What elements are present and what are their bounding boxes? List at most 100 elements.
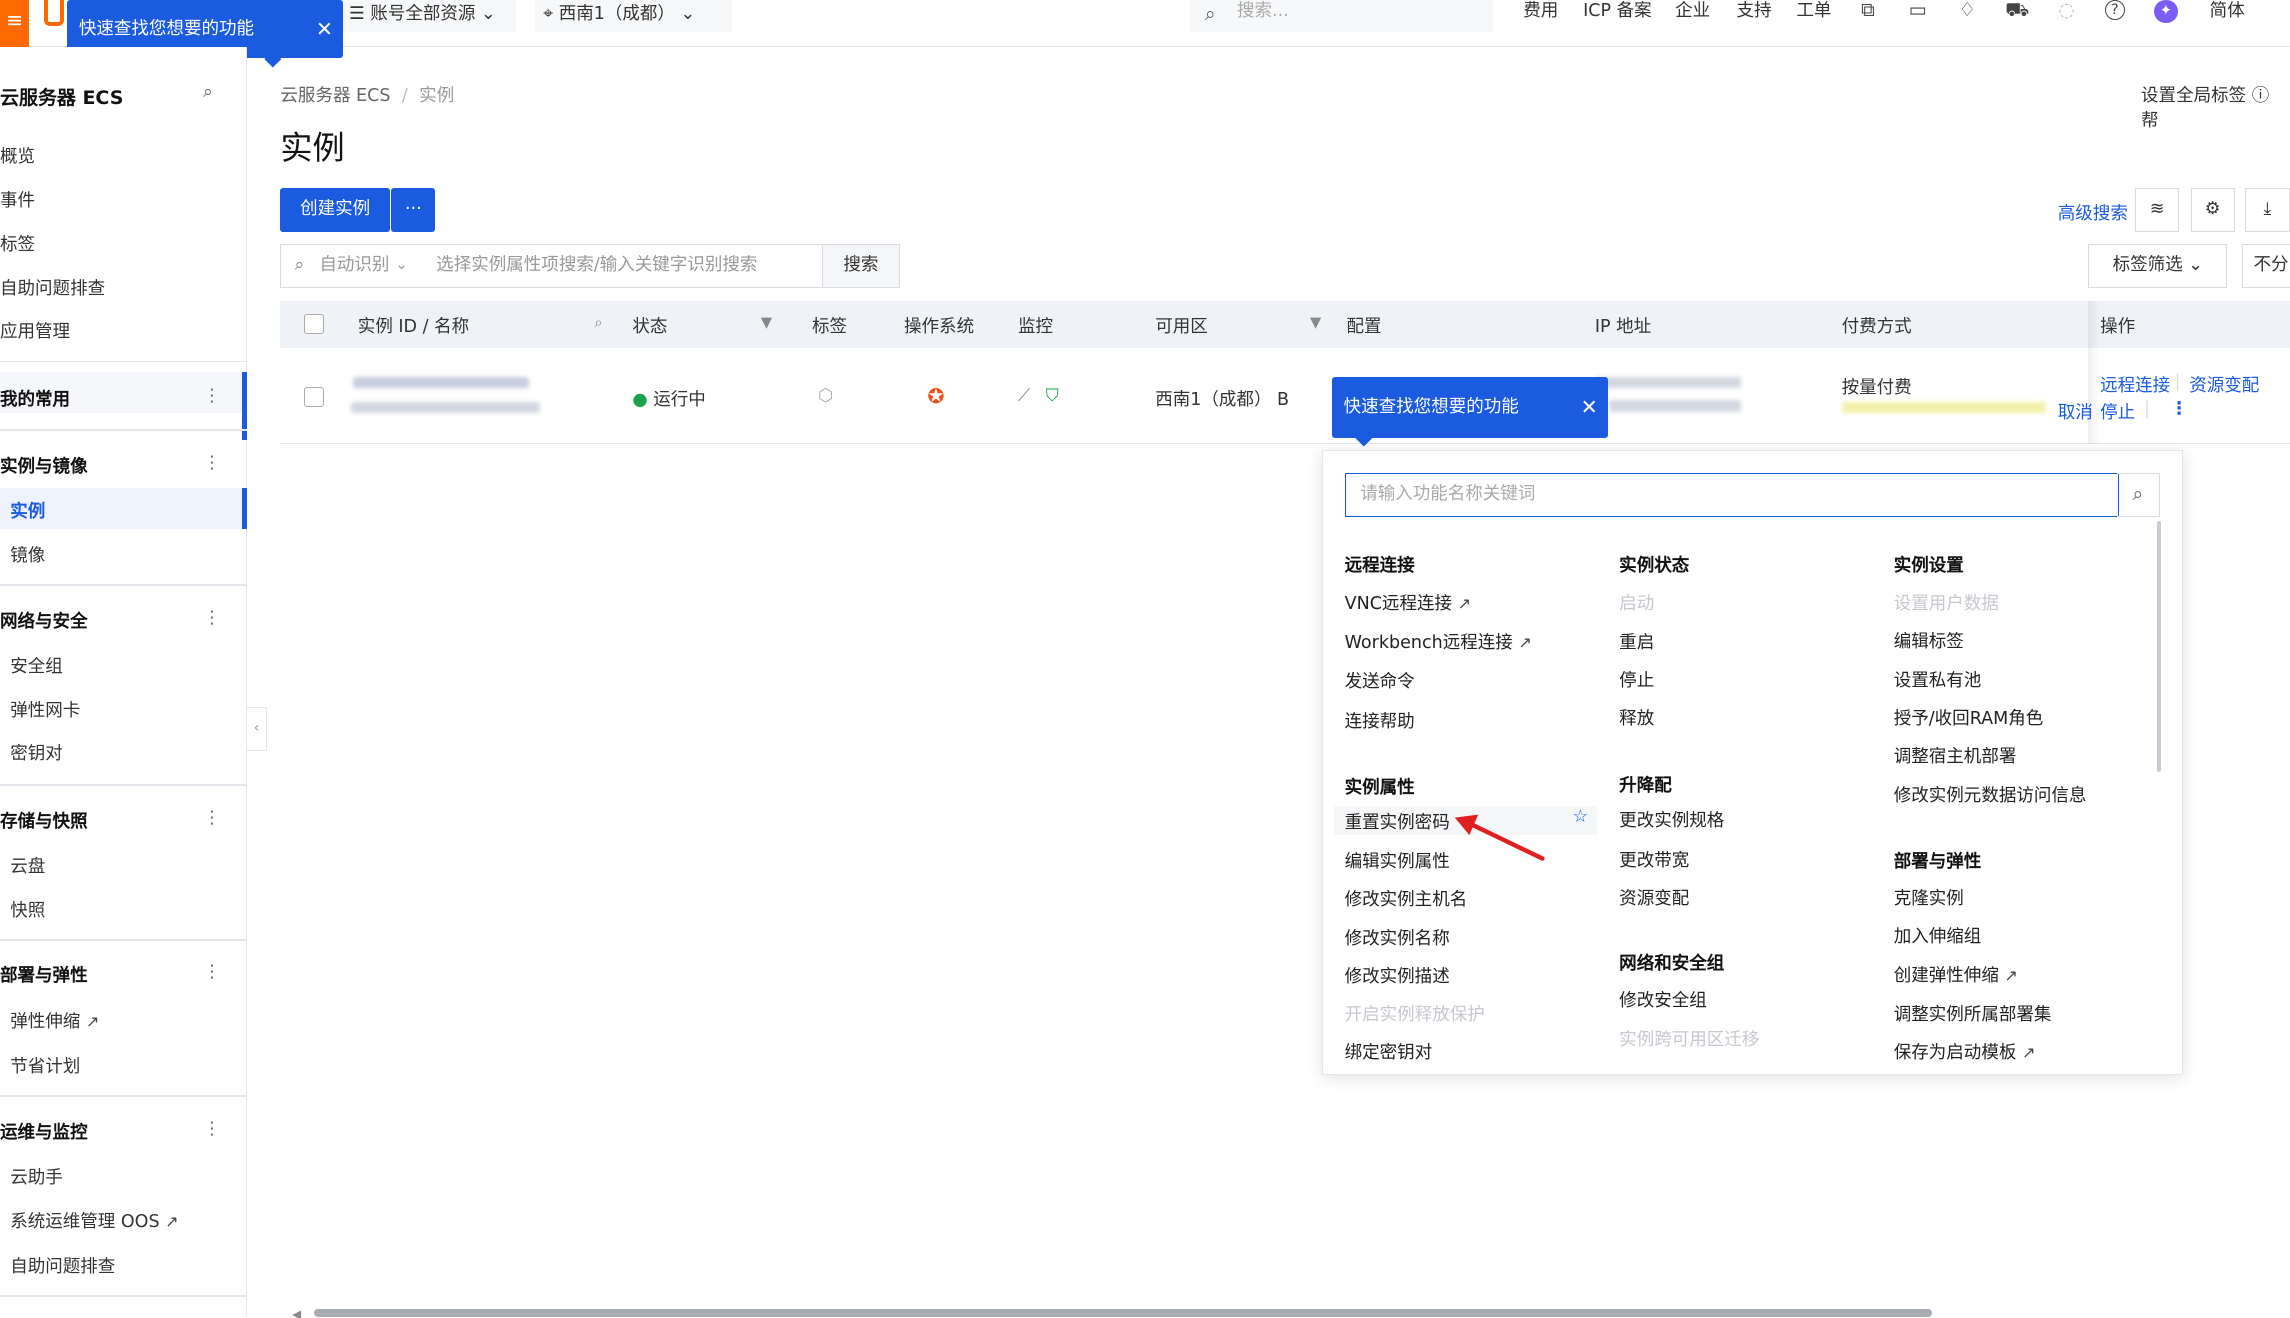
- sidebar-item-oos[interactable]: 系统运维管理 OOS ↗: [10, 1208, 178, 1233]
- region-selector[interactable]: ⌖ 西南1（成都） ⌄: [534, 0, 732, 33]
- more-icon[interactable]: ⋮: [203, 608, 221, 628]
- menu-item-change-bandwidth[interactable]: 更改带宽: [1619, 847, 1689, 872]
- remote-connect-link[interactable]: 远程连接: [2100, 372, 2170, 397]
- bell-icon[interactable]: ♢: [1956, 0, 1979, 23]
- menu-item-modify-security-group[interactable]: 修改安全组: [1619, 987, 1707, 1012]
- popup-scrollbar[interactable]: [2156, 520, 2161, 773]
- filter-icon[interactable]: ▼: [1310, 314, 1321, 331]
- menu-item-ram-role[interactable]: 授予/收回RAM角色: [1894, 705, 2044, 730]
- nav-support[interactable]: 支持: [1736, 0, 1771, 23]
- cart-icon[interactable]: ⛟: [2005, 0, 2029, 23]
- close-icon[interactable]: ✕: [316, 0, 333, 58]
- sidebar-group-instances-images[interactable]: 实例与镜像: [0, 453, 88, 478]
- search-icon[interactable]: ⌕: [594, 314, 602, 331]
- menu-item-edit-tags[interactable]: 编辑标签: [1894, 628, 1964, 653]
- menu-item-host-deploy[interactable]: 调整宿主机部署: [1894, 743, 2017, 768]
- more-icon[interactable]: ⋮: [203, 808, 221, 828]
- shield-icon[interactable]: ⛉: [1046, 386, 1059, 406]
- menu-item-metadata-access[interactable]: 修改实例元数据访问信息: [1894, 782, 2087, 807]
- aliyun-logo[interactable]: [43, 0, 65, 27]
- menu-item-bind-keypair[interactable]: 绑定密钥对: [1345, 1039, 1433, 1064]
- sidebar-item-snapshots[interactable]: 快照: [10, 897, 45, 922]
- sidebar-group-deploy-elastic[interactable]: 部署与弹性: [0, 962, 88, 987]
- instance-id-redacted[interactable]: [353, 376, 529, 389]
- sidebar-group-network-security[interactable]: 网络与安全: [0, 608, 88, 633]
- search-icon[interactable]: ⌕: [203, 82, 213, 102]
- menu-item-reset-password[interactable]: 重置实例密码: [1345, 809, 1450, 834]
- more-icon[interactable]: ⋮: [203, 386, 221, 406]
- menu-item-clone-instance[interactable]: 克隆实例: [1894, 885, 1964, 910]
- sidebar-item-auto-scaling[interactable]: 弹性伸缩 ↗: [10, 1008, 99, 1033]
- ai-assistant-icon[interactable]: ⧉: [1856, 0, 1879, 23]
- sidebar-item-savings-plan[interactable]: 节省计划: [10, 1053, 80, 1078]
- resize-link[interactable]: 资源变配: [2189, 372, 2259, 397]
- sidebar-item-keypairs[interactable]: 密钥对: [10, 740, 63, 765]
- advanced-search-link[interactable]: 高级搜索: [2058, 200, 2128, 225]
- nav-ticket[interactable]: 工单: [1796, 0, 1831, 23]
- create-instance-button[interactable]: 创建实例: [280, 188, 390, 233]
- tag-filter-select[interactable]: 标签筛选 ⌄: [2088, 243, 2228, 288]
- more-icon[interactable]: ⋮: [2170, 399, 2188, 419]
- menu-item-edit-hostname[interactable]: 修改实例主机名: [1345, 886, 1468, 911]
- instance-search-input[interactable]: ⌕ 自动识别 ⌄ 选择实例属性项搜索/输入关键字识别搜索: [280, 243, 824, 288]
- global-search-input[interactable]: ⌕ 搜索...: [1190, 0, 1493, 33]
- layers-icon[interactable]: ≋: [2135, 188, 2179, 233]
- menu-item-vnc[interactable]: VNC远程连接 ↗: [1345, 590, 1471, 615]
- sidebar-group-storage-snapshots[interactable]: 存储与快照: [0, 808, 88, 833]
- sidebar-item-app-management[interactable]: 应用管理: [0, 318, 70, 343]
- group-select[interactable]: 不分: [2241, 243, 2290, 288]
- horizontal-scrollbar[interactable]: [313, 1308, 1933, 1318]
- breadcrumb-ecs[interactable]: 云服务器 ECS: [280, 86, 390, 106]
- sidebar-item-overview[interactable]: 概览: [0, 143, 35, 168]
- sidebar-item-eni[interactable]: 弹性网卡: [10, 697, 80, 722]
- nav-cost[interactable]: 费用: [1523, 0, 1558, 23]
- star-icon[interactable]: ☆: [1572, 807, 1588, 827]
- sidebar-item-instances[interactable]: 实例: [10, 498, 45, 523]
- menu-icon[interactable]: ≡: [0, 0, 30, 47]
- avatar-icon[interactable]: ✦: [2154, 0, 2178, 24]
- menu-item-resource-change[interactable]: 资源变配: [1619, 885, 1689, 910]
- sidebar-collapse-button[interactable]: ‹: [246, 706, 268, 751]
- stop-link[interactable]: 停止: [2100, 399, 2135, 424]
- global-tag-setting[interactable]: 设置全局标签 ⓘ 帮: [2141, 82, 2290, 132]
- lightbulb-icon[interactable]: ◌: [2055, 0, 2078, 23]
- search-icon[interactable]: ⌕: [2117, 472, 2160, 517]
- sidebar-item-self-diagnosis-2[interactable]: 自助问题排查: [10, 1253, 115, 1278]
- help-link[interactable]: 帮: [2141, 111, 2159, 131]
- menu-item-join-scaling-group[interactable]: 加入伸缩组: [1894, 923, 1982, 948]
- menu-item-save-launch-template[interactable]: 保存为启动模板 ↗: [1894, 1039, 2036, 1064]
- menu-item-workbench[interactable]: Workbench远程连接 ↗: [1345, 629, 1532, 654]
- more-icon[interactable]: ⋮: [203, 962, 221, 982]
- menu-item-private-pool[interactable]: 设置私有池: [1894, 667, 1982, 692]
- menu-item-edit-name[interactable]: 修改实例名称: [1345, 925, 1450, 950]
- select-all-checkbox[interactable]: [303, 313, 325, 335]
- sidebar-item-events[interactable]: 事件: [0, 187, 35, 212]
- scroll-left-icon[interactable]: ◀: [292, 1307, 301, 1318]
- sidebar-item-cloud-assistant[interactable]: 云助手: [10, 1164, 63, 1189]
- feature-search-input[interactable]: 请输入功能名称关键词: [1344, 472, 2119, 517]
- menu-item-edit-attrs[interactable]: 编辑实例属性: [1345, 848, 1450, 873]
- menu-item-send-command[interactable]: 发送命令: [1345, 668, 1415, 693]
- menu-item-create-auto-scaling[interactable]: 创建弹性伸缩 ↗: [1894, 962, 2018, 987]
- menu-item-deployment-set[interactable]: 调整实例所属部署集: [1894, 1001, 2052, 1026]
- nav-icp[interactable]: ICP 备案: [1583, 0, 1652, 23]
- language-switch[interactable]: 简体: [2210, 0, 2245, 23]
- search-button[interactable]: 搜索: [822, 243, 900, 288]
- more-icon[interactable]: ⋮: [203, 453, 221, 473]
- row-checkbox[interactable]: [303, 387, 325, 408]
- settings-icon[interactable]: ⚙: [2190, 188, 2235, 233]
- filter-icon[interactable]: ▼: [761, 314, 772, 331]
- more-icon[interactable]: ⋮: [203, 1119, 221, 1139]
- menu-item-release[interactable]: 释放: [1619, 705, 1654, 730]
- account-resource-selector[interactable]: ☰ 账号全部资源 ⌄: [340, 0, 516, 33]
- tag-icon[interactable]: ⬡: [818, 386, 833, 406]
- sidebar-item-images[interactable]: 镜像: [10, 542, 45, 567]
- menu-item-stop[interactable]: 停止: [1619, 667, 1654, 692]
- sidebar-group-favorites[interactable]: 我的常用: [0, 386, 70, 411]
- sidebar-item-security-groups[interactable]: 安全组: [10, 653, 63, 678]
- more-actions-button[interactable]: ···: [391, 188, 436, 233]
- chart-icon[interactable]: ⟋: [1018, 386, 1030, 406]
- menu-item-restart[interactable]: 重启: [1619, 629, 1654, 654]
- help-icon[interactable]: ?: [2104, 0, 2125, 21]
- menu-item-change-spec[interactable]: 更改实例规格: [1619, 807, 1724, 832]
